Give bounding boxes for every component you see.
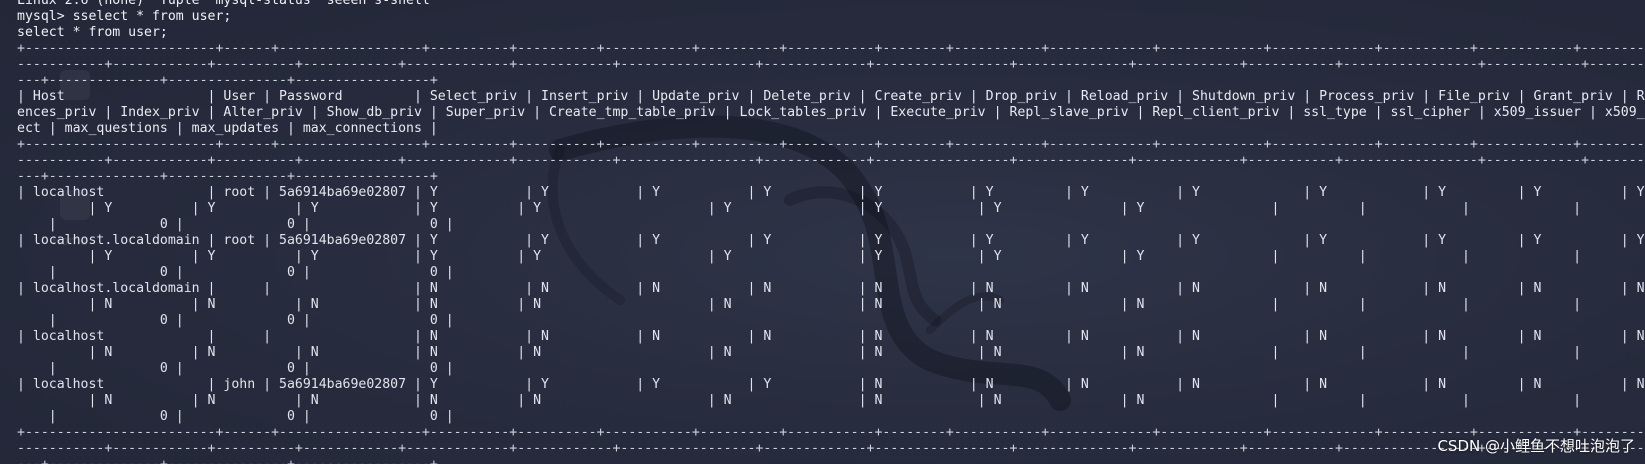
terminal-line-row: | Y | Y | Y | Y | Y | Y | Y | Y | Y | | … bbox=[17, 201, 1582, 216]
terminal-line-row: | 0 | 0 | 0 | bbox=[17, 217, 454, 232]
terminal-line-prompt: select * from user; bbox=[17, 25, 168, 40]
terminal-line-border: ---+--------------+---------------+-----… bbox=[17, 169, 438, 184]
terminal-line-row: | localhost | root | 5a6914ba69e02807 | … bbox=[17, 185, 1645, 200]
terminal-line-row: | N | N | N | N | N | N | N | N | N | | … bbox=[17, 345, 1582, 360]
terminal-line-border: -----------+------------+----------+----… bbox=[17, 441, 1645, 456]
terminal-line-header: ences_priv | Index_priv | Alter_priv | S… bbox=[17, 105, 1645, 120]
terminal-line-border: ---+--------------+---------------+-----… bbox=[17, 73, 438, 88]
terminal-line-row: | localhost.localdomain | | | N | N | N … bbox=[17, 281, 1645, 296]
terminal-line-row: | Y | Y | Y | Y | Y | Y | Y | Y | Y | | … bbox=[17, 249, 1582, 264]
terminal-line-row: | 0 | 0 | 0 | bbox=[17, 313, 454, 328]
terminal-line-header: | Host | User | Password | Select_priv |… bbox=[17, 89, 1645, 104]
terminal-line-border: ---+--------------+---------------+-----… bbox=[17, 457, 1645, 464]
terminal-line-row: | N | N | N | N | N | N | N | N | N | | … bbox=[17, 393, 1582, 408]
terminal-line-row: | N | N | N | N | N | N | N | N | N | | … bbox=[17, 297, 1582, 312]
terminal-line-row: | localhost | | | N | N | N | N | N | N … bbox=[17, 329, 1645, 344]
terminal-line-border: +------------------------+------+-------… bbox=[17, 137, 1645, 152]
csdn-watermark: CSDN @小鲤鱼不想吐泡泡了 bbox=[1437, 437, 1635, 455]
terminal-line-border: +------------------------+------+-------… bbox=[17, 41, 1645, 56]
terminal-line-prompt: mysql> sselect * from user; bbox=[17, 9, 232, 24]
terminal-line-row: | 0 | 0 | 0 | bbox=[17, 361, 454, 376]
terminal-line-row: | 0 | 0 | 0 | bbox=[17, 409, 454, 424]
terminal-line-border: +------------------------+------+-------… bbox=[17, 425, 1645, 440]
terminal-line-prompt: Linux 2.6 (none) Tuple mysql-status seee… bbox=[17, 0, 430, 8]
terminal-window[interactable]: Home Linux 2.6 (none) Tuple mysql-status… bbox=[0, 0, 1645, 464]
terminal-line-header: ect | max_questions | max_updates | max_… bbox=[17, 121, 438, 136]
terminal-line-row: | localhost | john | 5a6914ba69e02807 | … bbox=[17, 377, 1645, 392]
terminal-line-row: | 0 | 0 | 0 | bbox=[17, 265, 454, 280]
terminal-line-border: -----------+------------+----------+----… bbox=[17, 153, 1645, 168]
terminal-line-border: -----------+------------+----------+----… bbox=[17, 57, 1645, 72]
terminal-line-row: | localhost.localdomain | root | 5a6914b… bbox=[17, 233, 1645, 248]
terminal-output: Linux 2.6 (none) Tuple mysql-status seee… bbox=[17, 0, 1645, 464]
